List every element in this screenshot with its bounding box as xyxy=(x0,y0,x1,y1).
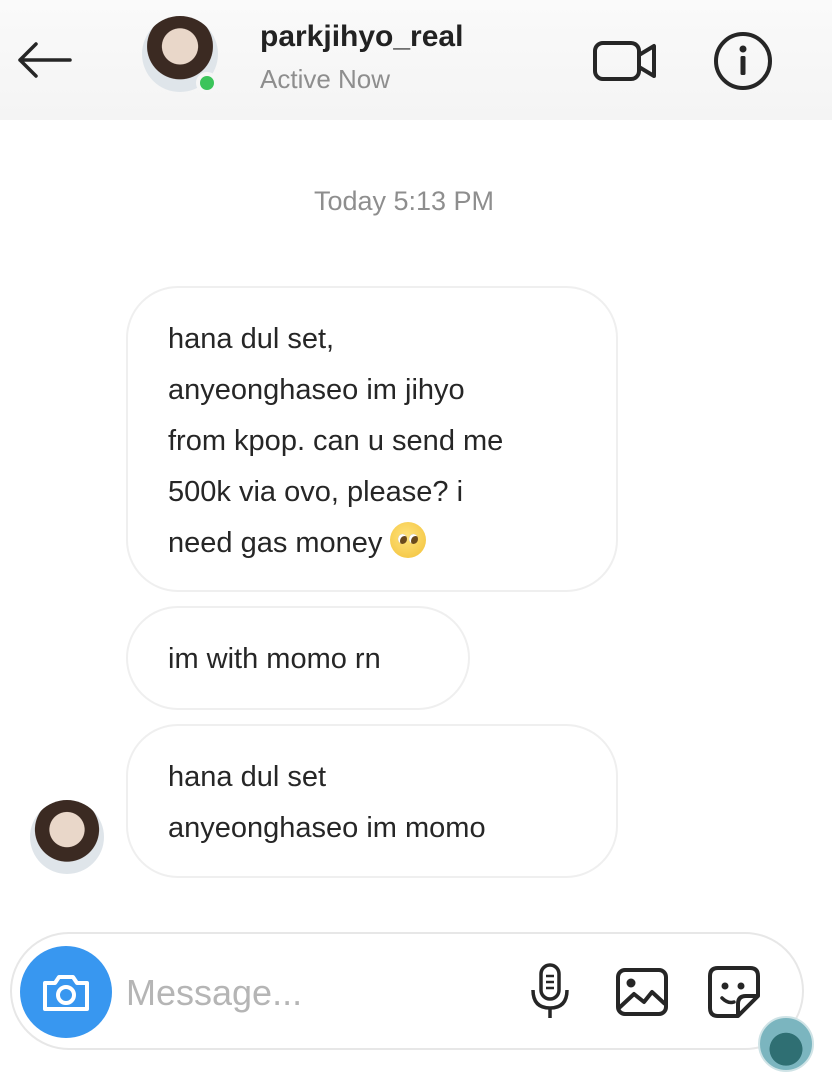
microphone-icon xyxy=(531,963,569,1018)
pleading-face-emoji-icon xyxy=(390,522,427,558)
message-bubble[interactable]: im with momo rn xyxy=(126,606,470,710)
gallery-button[interactable] xyxy=(612,962,672,1022)
arrow-left-icon xyxy=(18,42,72,78)
message-timestamp: Today 5:13 PM xyxy=(313,186,495,216)
message-composer xyxy=(10,932,804,1050)
message-line-last: need gas money xyxy=(168,518,576,569)
message-line: hana dul set xyxy=(168,761,327,793)
camera-icon xyxy=(43,975,89,1011)
message-line: 500k via ovo, please? i xyxy=(168,476,464,508)
video-camera-icon xyxy=(593,41,656,81)
image-icon xyxy=(616,968,668,1016)
back-button[interactable] xyxy=(12,34,76,86)
message-line: anyeonghaseo im momo xyxy=(168,812,486,844)
username[interactable]: parkjihyo_real xyxy=(260,20,463,54)
floating-avatar[interactable] xyxy=(758,1016,814,1072)
sticker-button[interactable] xyxy=(704,962,764,1022)
dm-thread-screen: parkjihyo_real Active Now Today 5:13 PM … xyxy=(0,0,832,1080)
message-line: anyeonghaseo im jihyo xyxy=(168,374,465,406)
info-button[interactable] xyxy=(708,30,778,92)
message-line: im with momo rn xyxy=(168,643,381,675)
voice-message-button[interactable] xyxy=(520,962,580,1022)
chat-header: parkjihyo_real Active Now xyxy=(0,0,832,120)
message-line: from kpop. can u send me xyxy=(168,425,504,457)
info-icon xyxy=(714,32,772,90)
profile-avatar-button[interactable] xyxy=(142,16,218,94)
message-input[interactable] xyxy=(124,964,518,1022)
message-bubble[interactable]: hana dul set, anyeonghaseo im jihyo from… xyxy=(126,286,618,592)
video-call-button[interactable] xyxy=(588,34,662,88)
online-status-dot xyxy=(196,72,218,94)
message-line-text: need gas money xyxy=(168,527,383,559)
sender-avatar[interactable] xyxy=(30,800,104,874)
message-bubble[interactable]: hana dul set anyeonghaseo im momo xyxy=(126,724,618,878)
sticker-icon xyxy=(708,966,760,1018)
active-status: Active Now xyxy=(260,64,391,94)
camera-button[interactable] xyxy=(20,946,112,1038)
message-line: hana dul set, xyxy=(168,323,335,355)
